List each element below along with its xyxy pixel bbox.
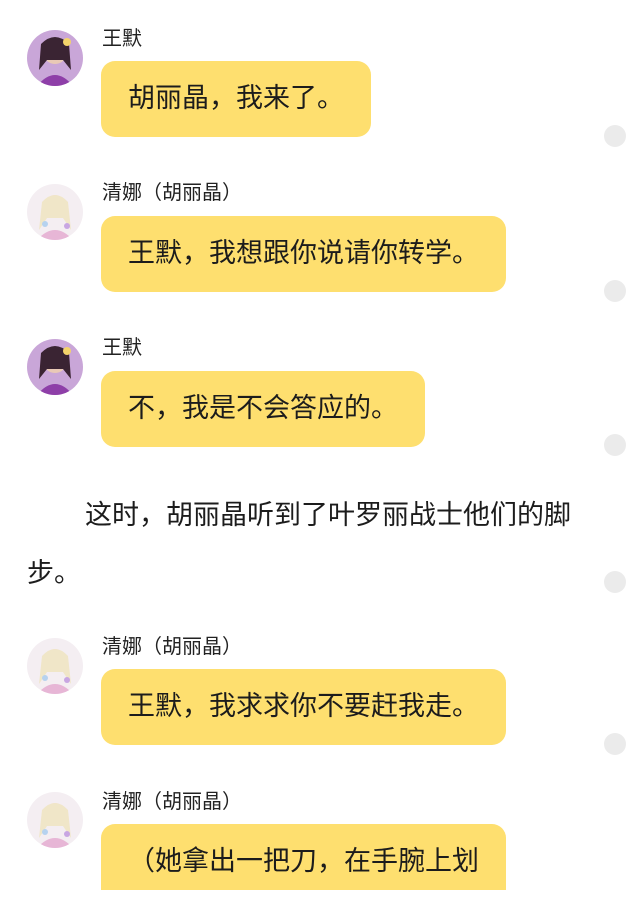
message-bubble[interactable]: （她拿出一把刀，在手腕上划 [101,824,506,890]
avatar-qingna[interactable] [27,638,83,694]
scroll-indicator-dot [604,733,626,755]
sender-name: 清娜（胡丽晶） [102,789,242,813]
message-bubble[interactable]: 王默，我求求你不要赶我走。 [101,669,506,745]
scroll-indicator-dot [604,125,626,147]
sender-name: 王默 [102,335,142,359]
message-bubble[interactable]: 王默，我想跟你说请你转学。 [101,216,506,292]
avatar-qingna[interactable] [27,792,83,848]
scroll-indicator-dot [604,280,626,302]
scroll-indicator-dot [604,571,626,593]
narration-text: 这时，胡丽晶听到了叶罗丽战士他们的脚步。 [27,500,571,589]
scroll-indicator-dot [604,434,626,456]
message-bubble[interactable]: 不，我是不会答应的。 [101,371,425,447]
sender-name: 清娜（胡丽晶） [102,180,242,204]
avatar-wangmo[interactable] [27,339,83,395]
avatar-wangmo[interactable] [27,30,83,86]
avatar-qingna[interactable] [27,184,83,240]
sender-name: 清娜（胡丽晶） [102,634,242,658]
sender-name: 王默 [102,26,142,50]
message-bubble[interactable]: 胡丽晶，我来了。 [101,61,371,137]
